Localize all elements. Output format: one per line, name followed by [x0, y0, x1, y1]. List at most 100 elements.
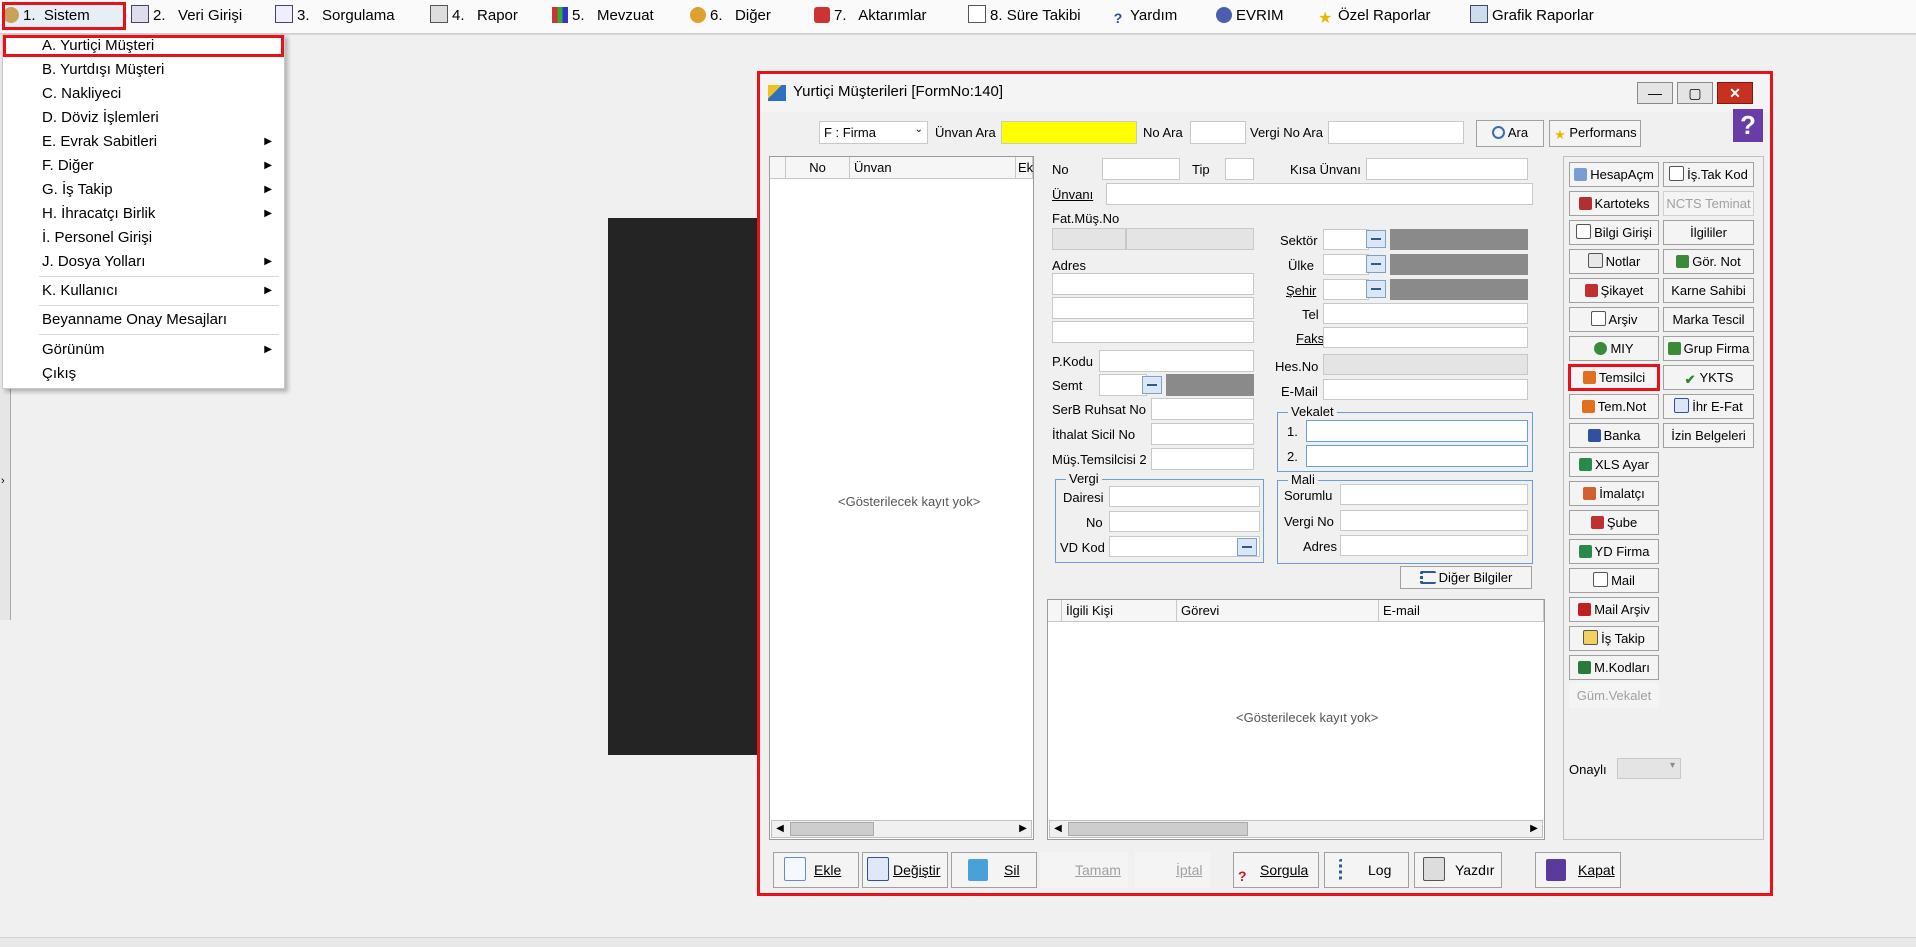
fat-mus-no-input-1[interactable]: [1052, 228, 1126, 250]
type-select[interactable]: F : Firma ⌄: [819, 121, 928, 144]
dropdown-item-beyanname-onay[interactable]: Beyanname Onay Mesajları: [3, 309, 284, 331]
is-takip-button[interactable]: İş Takip: [1569, 626, 1659, 651]
dropdown-item-kullanici[interactable]: K. Kullanıcı ▶: [3, 280, 284, 302]
m-kodlari-button[interactable]: M.Kodları: [1569, 655, 1659, 680]
serb-ruhsat-no-input[interactable]: [1151, 398, 1254, 420]
dropdown-item-evrak-sabitleri[interactable]: E. Evrak Sabitleri ▶: [3, 131, 284, 153]
vd-kod-lookup-button[interactable]: [1237, 538, 1257, 556]
sehir-input[interactable]: [1323, 279, 1369, 300]
horizontal-scrollbar[interactable]: ◀ ▶: [771, 820, 1032, 838]
hesapacm-button[interactable]: HesapAçm: [1569, 162, 1659, 187]
onayli-select[interactable]: ▾: [1617, 758, 1681, 779]
ykts-button[interactable]: ✔ YKTS: [1663, 365, 1754, 390]
dropdown-item-personel-girisi[interactable]: İ. Personel Girişi: [3, 227, 284, 249]
tel-input[interactable]: [1323, 303, 1528, 324]
vekalet-row1-input[interactable]: [1306, 420, 1528, 442]
dropdown-item-is-takip[interactable]: G. İş Takip ▶: [3, 179, 284, 201]
xls-ayar-button[interactable]: XLS Ayar: [1569, 452, 1659, 477]
notlar-button[interactable]: Notlar: [1569, 249, 1659, 274]
help-icon[interactable]: ?: [1733, 109, 1763, 142]
log-button[interactable]: Log: [1324, 852, 1409, 888]
dropdown-item-yurtdisi-musteri[interactable]: B. Yurtdışı Müşteri: [3, 59, 284, 81]
close-button[interactable]: ✕: [1717, 82, 1753, 104]
menu-yardim[interactable]: ? Yardım: [1110, 3, 1178, 29]
is-tak-kod-button[interactable]: İş.Tak Kod: [1663, 162, 1754, 187]
dropdown-item-doviz-islemleri[interactable]: D. Döviz İşlemleri: [3, 107, 284, 129]
hes-no-input[interactable]: [1323, 354, 1528, 375]
scroll-thumb[interactable]: [790, 822, 874, 836]
sehir-lookup-button[interactable]: [1366, 280, 1386, 298]
kisa-unvani-input[interactable]: [1366, 158, 1528, 180]
menu-diger[interactable]: 6. Diğer: [690, 3, 771, 29]
semt-lookup-button[interactable]: [1142, 376, 1162, 394]
gor-not-button[interactable]: Gör. Not: [1663, 249, 1754, 274]
sektor-input[interactable]: [1323, 229, 1369, 250]
dropdown-item-yurtici-musteri[interactable]: A. Yurtiçi Müşteri: [3, 35, 284, 57]
menu-veri-girisi[interactable]: 2. Veri Girişi: [131, 3, 242, 29]
scroll-right-icon[interactable]: ▶: [1015, 821, 1031, 837]
dropdown-item-ihracatci-birlik[interactable]: H. İhracatçı Birlik ▶: [3, 203, 284, 225]
marka-tescil-button[interactable]: Marka Tescil: [1663, 307, 1754, 332]
mail-button[interactable]: Mail: [1569, 568, 1659, 593]
dropdown-item-diger[interactable]: F. Diğer ▶: [3, 155, 284, 177]
semt-input[interactable]: [1099, 374, 1147, 396]
column-header-no[interactable]: No: [786, 157, 850, 179]
menu-grafik-raporlar[interactable]: Grafik Raporlar: [1470, 3, 1594, 29]
adres-line-2[interactable]: [1052, 297, 1254, 319]
ekle-button[interactable]: Ekle: [773, 852, 859, 888]
maximize-button[interactable]: ▢: [1677, 82, 1713, 104]
vekalet-row2-input[interactable]: [1306, 445, 1528, 467]
mus-temsilcisi2-input[interactable]: [1151, 448, 1254, 470]
degistir-button[interactable]: Değiştir: [862, 852, 948, 888]
no-ara-input[interactable]: [1190, 121, 1246, 144]
dropdown-item-nakliyeci[interactable]: C. Nakliyeci: [3, 83, 284, 105]
minimize-button[interactable]: —: [1637, 82, 1673, 104]
adres-line-1[interactable]: [1052, 273, 1254, 295]
sektor-lookup-button[interactable]: [1366, 230, 1386, 248]
mali-adres-input[interactable]: [1340, 535, 1528, 556]
vergi-no-ara-input[interactable]: [1328, 121, 1464, 144]
ithalat-sicil-no-input[interactable]: [1151, 423, 1254, 445]
menu-aktarimlar[interactable]: 7. Aktarımlar: [814, 3, 927, 29]
dropdown-item-gorunum[interactable]: Görünüm ▶: [3, 339, 284, 361]
performans-button[interactable]: ★ Performans: [1549, 120, 1641, 147]
mali-vergi-no-input[interactable]: [1340, 510, 1528, 531]
horizontal-scrollbar[interactable]: ◀ ▶: [1049, 820, 1543, 838]
menu-rapor[interactable]: 4. Rapor: [430, 3, 518, 29]
sil-button[interactable]: Sil: [951, 852, 1037, 888]
ilgililer-button[interactable]: İlgililer: [1663, 220, 1754, 245]
menu-ozel-raporlar[interactable]: ★ Özel Raporlar: [1318, 3, 1431, 29]
arsiv-button[interactable]: Arşiv: [1569, 307, 1659, 332]
kapat-button[interactable]: Kapat: [1535, 852, 1621, 888]
ihr-e-fat-button[interactable]: İhr E-Fat: [1663, 394, 1754, 419]
column-header-gorevi[interactable]: Görevi: [1177, 600, 1379, 622]
ara-button[interactable]: Ara: [1476, 120, 1544, 147]
no-input[interactable]: [1102, 158, 1180, 180]
scroll-right-icon[interactable]: ▶: [1526, 821, 1542, 837]
tem-not-button[interactable]: Tem.Not: [1569, 394, 1659, 419]
yazdir-button[interactable]: Yazdır: [1414, 852, 1502, 888]
tip-input[interactable]: [1225, 158, 1254, 180]
email-input[interactable]: [1323, 379, 1528, 400]
ncts-teminat-button[interactable]: NCTS Teminat: [1663, 191, 1754, 216]
yd-firma-button[interactable]: YD Firma: [1569, 539, 1659, 564]
scroll-left-icon[interactable]: ◀: [772, 821, 788, 837]
scroll-left-icon[interactable]: ◀: [1050, 821, 1066, 837]
unvan-ara-input[interactable]: [1001, 121, 1137, 144]
adres-line-3[interactable]: [1052, 321, 1254, 343]
menu-sorgulama[interactable]: 3. Sorgulama: [275, 3, 395, 29]
iptal-button[interactable]: İptal: [1135, 852, 1210, 888]
izin-belgeleri-button[interactable]: İzin Belgeleri: [1663, 423, 1754, 448]
ulke-lookup-button[interactable]: [1366, 255, 1386, 273]
faks-input[interactable]: [1323, 327, 1528, 348]
mali-sorumlu-input[interactable]: [1340, 484, 1528, 505]
karne-sahibi-button[interactable]: Karne Sahibi: [1663, 278, 1754, 303]
column-header-ilgili-kisi[interactable]: İlgili Kişi: [1062, 600, 1177, 622]
tamam-button[interactable]: Tamam: [1040, 852, 1128, 888]
menu-evrim[interactable]: EVRIM: [1216, 3, 1284, 29]
ulke-input[interactable]: [1323, 254, 1369, 275]
fat-mus-no-input-2[interactable]: [1126, 228, 1254, 250]
gum-vekalet-button[interactable]: Güm.Vekalet: [1569, 683, 1659, 708]
expand-arrow-icon[interactable]: ›: [1, 475, 5, 487]
dropdown-item-cikis[interactable]: Çıkış: [3, 363, 284, 385]
